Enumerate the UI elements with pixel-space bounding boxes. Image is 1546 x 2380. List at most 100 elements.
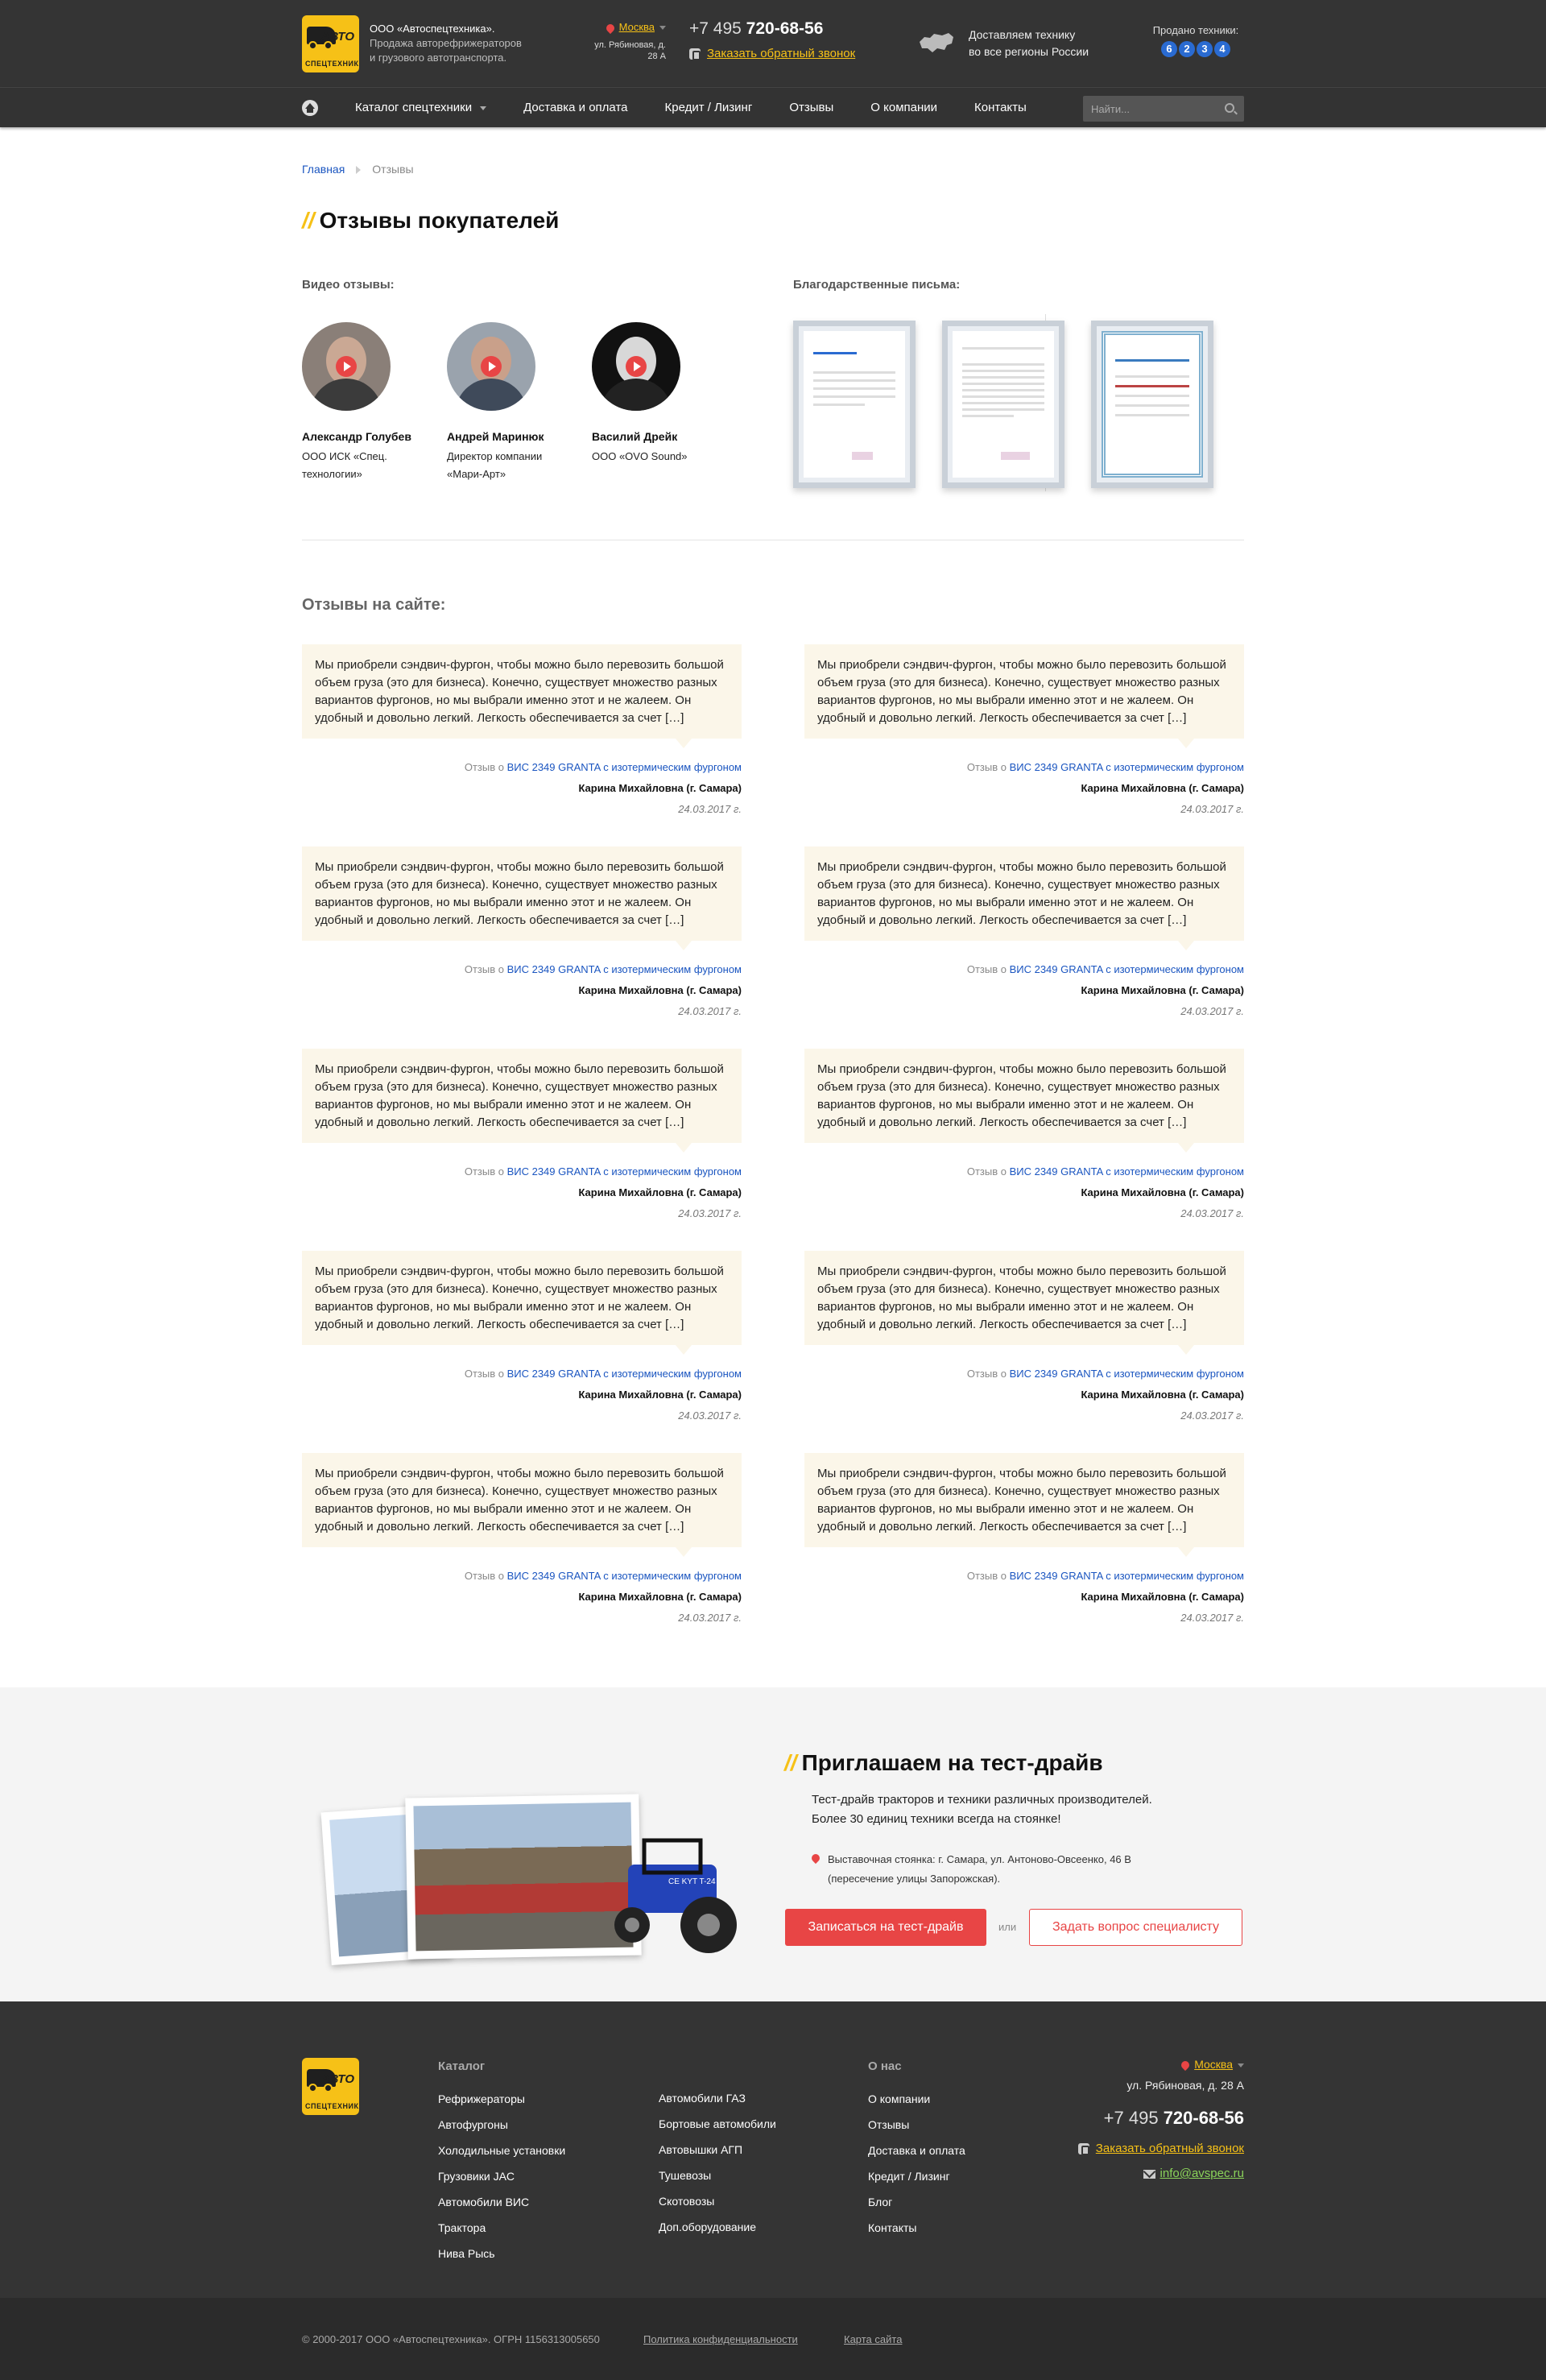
footer-link[interactable]: Нива Рысь [438, 2241, 565, 2266]
chevron-right-icon [356, 166, 362, 175]
review-date: 24.03.2017 г. [678, 1612, 742, 1624]
footer-link[interactable]: Контакты [868, 2215, 965, 2241]
review-product-link[interactable]: ВИС 2349 GRANTA с изотермическим фургоно… [1010, 1570, 1244, 1582]
content: Главная Отзывы //Отзывы покупателей Видео… [302, 0, 1244, 1687]
tractor-label: CE KYT T-24 [668, 1877, 716, 1886]
review-about-prefix: Отзыв о [966, 1368, 1007, 1380]
review-date: 24.03.2017 г. [1180, 1612, 1244, 1624]
video-author-name: Андрей Маринюк [447, 430, 544, 443]
footer-link[interactable]: Доп.оборудование [659, 2214, 776, 2240]
review-author: Карина Михайловна (г. Самара) [578, 1186, 742, 1198]
review-product-link[interactable]: ВИС 2349 GRANTA с изотермическим фургоно… [507, 1368, 742, 1380]
footer-link[interactable]: Рефрижераторы [438, 2086, 565, 2112]
video-author-name: Василий Дрейк [592, 430, 678, 443]
review-text: Мы приобрели сэндвич-фургон, чтобы можно… [804, 1251, 1244, 1355]
video-author-position: Директор компании [447, 450, 543, 462]
footer-callback-button[interactable]: Заказать обратный звонок [1096, 2142, 1244, 2155]
footer-link[interactable]: Бортовые автомобили [659, 2111, 776, 2137]
footer-catalog-2: Автомобили ГАЗ Бортовые автомобили Автовыш… [659, 2085, 776, 2240]
review-product-link[interactable]: ВИС 2349 GRANTA с изотермическим фургоно… [1010, 1368, 1244, 1380]
review-text: Мы приобрели сэндвич-фургон, чтобы можно… [302, 1251, 742, 1355]
breadcrumb: Главная Отзывы [302, 163, 414, 176]
video-review[interactable]: Василий Дрейк ООО «OVO Sound» [592, 322, 721, 466]
review-card: Мы приобрели сэндвич-фургон, чтобы можно… [302, 846, 742, 1022]
test-drive-title: //Приглашаем на тест-драйв [784, 1750, 1103, 1775]
or-label: или [998, 1921, 1017, 1933]
footer-email-link[interactable]: info@avspec.ru [1160, 2167, 1244, 2180]
footer-link[interactable]: Отзывы [868, 2112, 965, 2138]
video-review[interactable]: Александр Голубев ООО ИСК «Спец. технолог… [302, 322, 431, 483]
footer-link[interactable]: Холодильные установки [438, 2138, 565, 2163]
review-date: 24.03.2017 г. [678, 1005, 742, 1017]
video-author-position: «Мари-Арт» [447, 468, 506, 480]
review-date: 24.03.2017 г. [678, 803, 742, 815]
footer-city-link[interactable]: Москва [1194, 2058, 1233, 2071]
thank-you-letter[interactable] [1091, 321, 1213, 488]
ask-specialist-button[interactable]: Задать вопрос специалисту [1029, 1909, 1242, 1946]
review-product-link[interactable]: ВИС 2349 GRANTA с изотермическим фургоно… [1010, 963, 1244, 975]
footer-link[interactable]: Автовышки АГП [659, 2137, 776, 2163]
footer-link[interactable]: Блог [868, 2189, 965, 2215]
test-drive-text-line: Тест-драйв тракторов и техники различных… [812, 1793, 1152, 1807]
footer-link[interactable]: Трактора [438, 2215, 565, 2241]
play-icon[interactable] [481, 356, 502, 377]
footer-phone[interactable]: +7 495 720-68-56 [1078, 2108, 1244, 2129]
review-product-link[interactable]: ВИС 2349 GRANTA с изотермическим фургоно… [1010, 1165, 1244, 1178]
review-author: Карина Михайловна (г. Самара) [578, 1591, 742, 1603]
review-product-link[interactable]: ВИС 2349 GRANTA с изотермическим фургоно… [507, 1570, 742, 1582]
reviews-section-title: Отзывы на сайте: [302, 596, 446, 614]
address-line: Выставочная стоянка: г. Самара, ул. Анто… [828, 1853, 1131, 1865]
test-drive-title-text: Приглашаем на тест-драйв [801, 1750, 1103, 1775]
avatar [447, 322, 535, 411]
review-text: Мы приобрели сэндвич-фургон, чтобы можно… [804, 1049, 1244, 1153]
footer-link[interactable]: Тушевозы [659, 2163, 776, 2188]
footer-address: ул. Рябиновая, д. 28 А [1126, 2079, 1244, 2092]
review-card: Мы приобрели сэндвич-фургон, чтобы можно… [302, 1049, 742, 1224]
review-text: Мы приобрели сэндвич-фургон, чтобы можно… [302, 1453, 742, 1557]
test-drive-signup-button[interactable]: Записаться на тест-драйв [785, 1909, 986, 1946]
video-section-title: Видео отзывы: [302, 278, 395, 292]
footer-bottom: © 2000-2017 ООО «Автоспецтехника». ОГРН … [0, 2298, 1546, 2380]
review-product-link[interactable]: ВИС 2349 GRANTA с изотермическим фургоно… [507, 761, 742, 773]
thank-you-letter[interactable] [793, 321, 916, 488]
footer-link[interactable]: Грузовики JAC [438, 2163, 565, 2189]
review-text: Мы приобрели сэндвич-фургон, чтобы можно… [804, 846, 1244, 950]
review-author: Карина Михайловна (г. Самара) [1081, 1389, 1244, 1401]
play-icon[interactable] [336, 356, 357, 377]
privacy-link[interactable]: Политика конфиденциальности [643, 2333, 798, 2345]
avatar [592, 322, 680, 411]
thank-you-letter[interactable] [942, 321, 1064, 488]
footer-link[interactable]: Доставка и оплата [868, 2138, 965, 2163]
review-product-link[interactable]: ВИС 2349 GRANTA с изотермическим фургоно… [1010, 761, 1244, 773]
review-about-prefix: Отзыв о [464, 761, 504, 773]
play-icon[interactable] [626, 356, 647, 377]
page-title-text: Отзывы покупателей [319, 208, 560, 233]
footer-column-title: О нас [868, 2059, 902, 2073]
location-pin-icon [1180, 2059, 1192, 2072]
video-review[interactable]: Андрей Маринюк Директор компании «Мари-Ар… [447, 322, 576, 483]
footer-link[interactable]: Автомобили ГАЗ [659, 2085, 776, 2111]
test-drive-text-line: Более 30 единиц техники всегда на стоянк… [812, 1812, 1061, 1826]
sitemap-link[interactable]: Карта сайта [844, 2333, 902, 2345]
video-author-position: ООО ИСК «Спец. [302, 450, 387, 462]
breadcrumb-home[interactable]: Главная [302, 163, 345, 176]
review-card: Мы приобрели сэндвич-фургон, чтобы можно… [804, 644, 1244, 820]
test-drive-text: Тест-драйв тракторов и техники различных… [812, 1790, 1152, 1829]
video-author-position: ООО «OVO Sound» [592, 450, 688, 462]
footer-link[interactable]: О компании [868, 2086, 965, 2112]
footer-link[interactable]: Скотовозы [659, 2188, 776, 2214]
site-footer: АВТО СПЕЦТЕХНИКА Каталог Рефрижераторы Ав… [0, 2001, 1546, 2298]
review-about-prefix: Отзыв о [966, 963, 1007, 975]
review-product-link[interactable]: ВИС 2349 GRANTA с изотермическим фургоно… [507, 963, 742, 975]
footer-link[interactable]: Автофургоны [438, 2112, 565, 2138]
review-about-prefix: Отзыв о [966, 1570, 1007, 1582]
footer-link[interactable]: Кредит / Лизинг [868, 2163, 965, 2189]
footer-logo[interactable]: АВТО СПЕЦТЕХНИКА [302, 2058, 359, 2115]
footer-catalog: Каталог Рефрижераторы Автофургоны Холодиль… [438, 2059, 565, 2266]
tractor-icon: CE KYT T-24 [614, 1838, 737, 1953]
review-card: Мы приобрели сэндвич-фургон, чтобы можно… [302, 644, 742, 820]
review-author: Карина Михайловна (г. Самара) [1081, 984, 1244, 996]
review-author: Карина Михайловна (г. Самара) [578, 1389, 742, 1401]
review-product-link[interactable]: ВИС 2349 GRANTA с изотермическим фургоно… [507, 1165, 742, 1178]
footer-link[interactable]: Автомобили ВИС [438, 2189, 565, 2215]
